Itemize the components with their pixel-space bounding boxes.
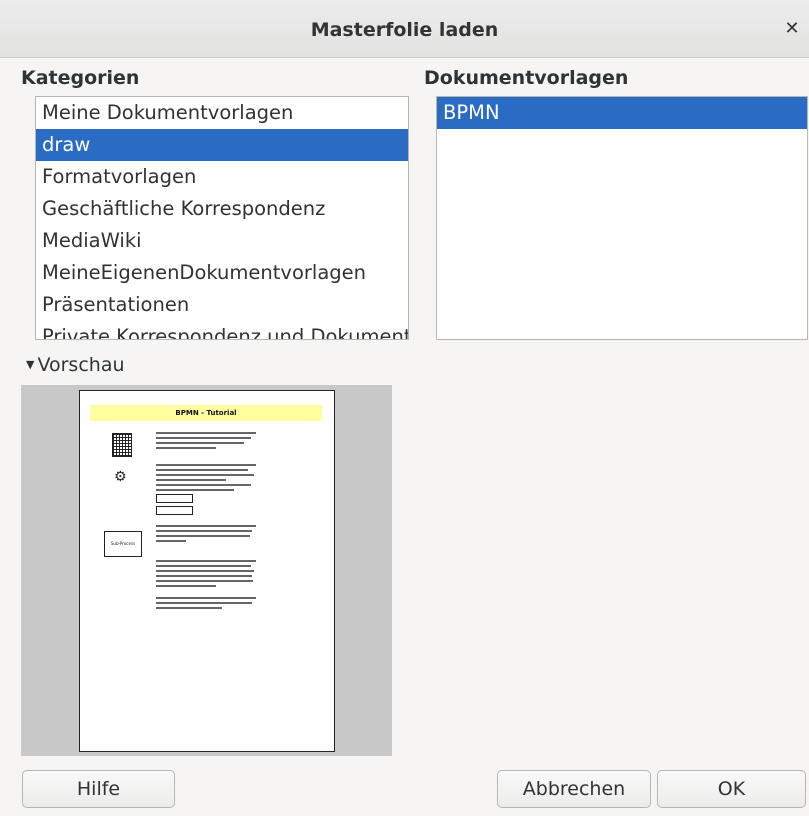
preview-text-line bbox=[156, 597, 256, 599]
preview-text-line bbox=[156, 580, 253, 582]
template-item-selected[interactable]: BPMN bbox=[437, 97, 807, 129]
preview-text-line bbox=[156, 479, 226, 481]
preview-label: Vorschau bbox=[37, 354, 125, 376]
preview-style-box bbox=[156, 494, 193, 503]
templates-list[interactable]: BPMN bbox=[436, 96, 808, 340]
preview-area: BPMN - Tutorial ⚙ Sub-Process bbox=[21, 385, 392, 756]
preview-subprocess-box: Sub-Process bbox=[104, 531, 142, 557]
dialog-titlebar: Masterfolie laden ✕ bbox=[0, 0, 809, 58]
preview-text-line bbox=[156, 464, 256, 466]
preview-page-title: BPMN - Tutorial bbox=[90, 405, 322, 421]
preview-text-line bbox=[156, 474, 254, 476]
triangle-down-icon: ▼ bbox=[26, 358, 35, 371]
dialog-title: Masterfolie laden bbox=[310, 19, 499, 41]
preview-style-box bbox=[156, 506, 193, 515]
preview-page: BPMN - Tutorial ⚙ Sub-Process bbox=[79, 390, 335, 752]
preview-text-line bbox=[156, 540, 186, 542]
preview-text-line bbox=[156, 530, 252, 532]
preview-text-line bbox=[156, 602, 252, 604]
preview-text-line bbox=[156, 432, 256, 434]
category-item[interactable]: Präsentationen bbox=[36, 289, 408, 321]
preview-text-line bbox=[156, 607, 222, 609]
preview-expander[interactable]: ▼ Vorschau bbox=[26, 354, 125, 376]
preview-text-line bbox=[156, 535, 250, 537]
preview-text-line bbox=[156, 442, 244, 444]
preview-text-line bbox=[156, 437, 251, 439]
category-item[interactable]: Meine Dokumentvorlagen bbox=[36, 97, 408, 129]
categories-list[interactable]: Meine Dokumentvorlagen draw Formatvorlag… bbox=[35, 96, 409, 340]
preview-text-line bbox=[156, 575, 252, 577]
preview-text-line bbox=[156, 447, 216, 449]
category-item[interactable]: Private Korrespondenz und Dokumente bbox=[36, 321, 408, 339]
grid-icon bbox=[112, 433, 132, 457]
preview-text-line bbox=[156, 565, 251, 567]
category-item[interactable]: Geschäftliche Korrespondenz bbox=[36, 193, 408, 225]
help-button[interactable]: Hilfe bbox=[22, 770, 175, 808]
preview-text-line bbox=[156, 560, 256, 562]
preview-text-line bbox=[156, 469, 248, 471]
templates-heading: Dokumentvorlagen bbox=[424, 67, 629, 89]
gear-icon: ⚙ bbox=[114, 469, 127, 485]
category-item[interactable]: MediaWiki bbox=[36, 225, 408, 257]
category-item-selected[interactable]: draw bbox=[36, 129, 408, 161]
cancel-button[interactable]: Abbrechen bbox=[497, 770, 651, 808]
preview-text-line bbox=[156, 489, 234, 491]
category-item[interactable]: Formatvorlagen bbox=[36, 161, 408, 193]
preview-text-line bbox=[156, 525, 256, 527]
preview-text-line bbox=[156, 585, 216, 587]
category-item[interactable]: MeineEigenenDokumentvorlagen bbox=[36, 257, 408, 289]
preview-text-line bbox=[156, 570, 254, 572]
preview-text-line bbox=[156, 484, 251, 486]
ok-button[interactable]: OK bbox=[657, 770, 806, 808]
close-icon[interactable]: ✕ bbox=[781, 18, 803, 40]
categories-heading: Kategorien bbox=[21, 67, 140, 89]
